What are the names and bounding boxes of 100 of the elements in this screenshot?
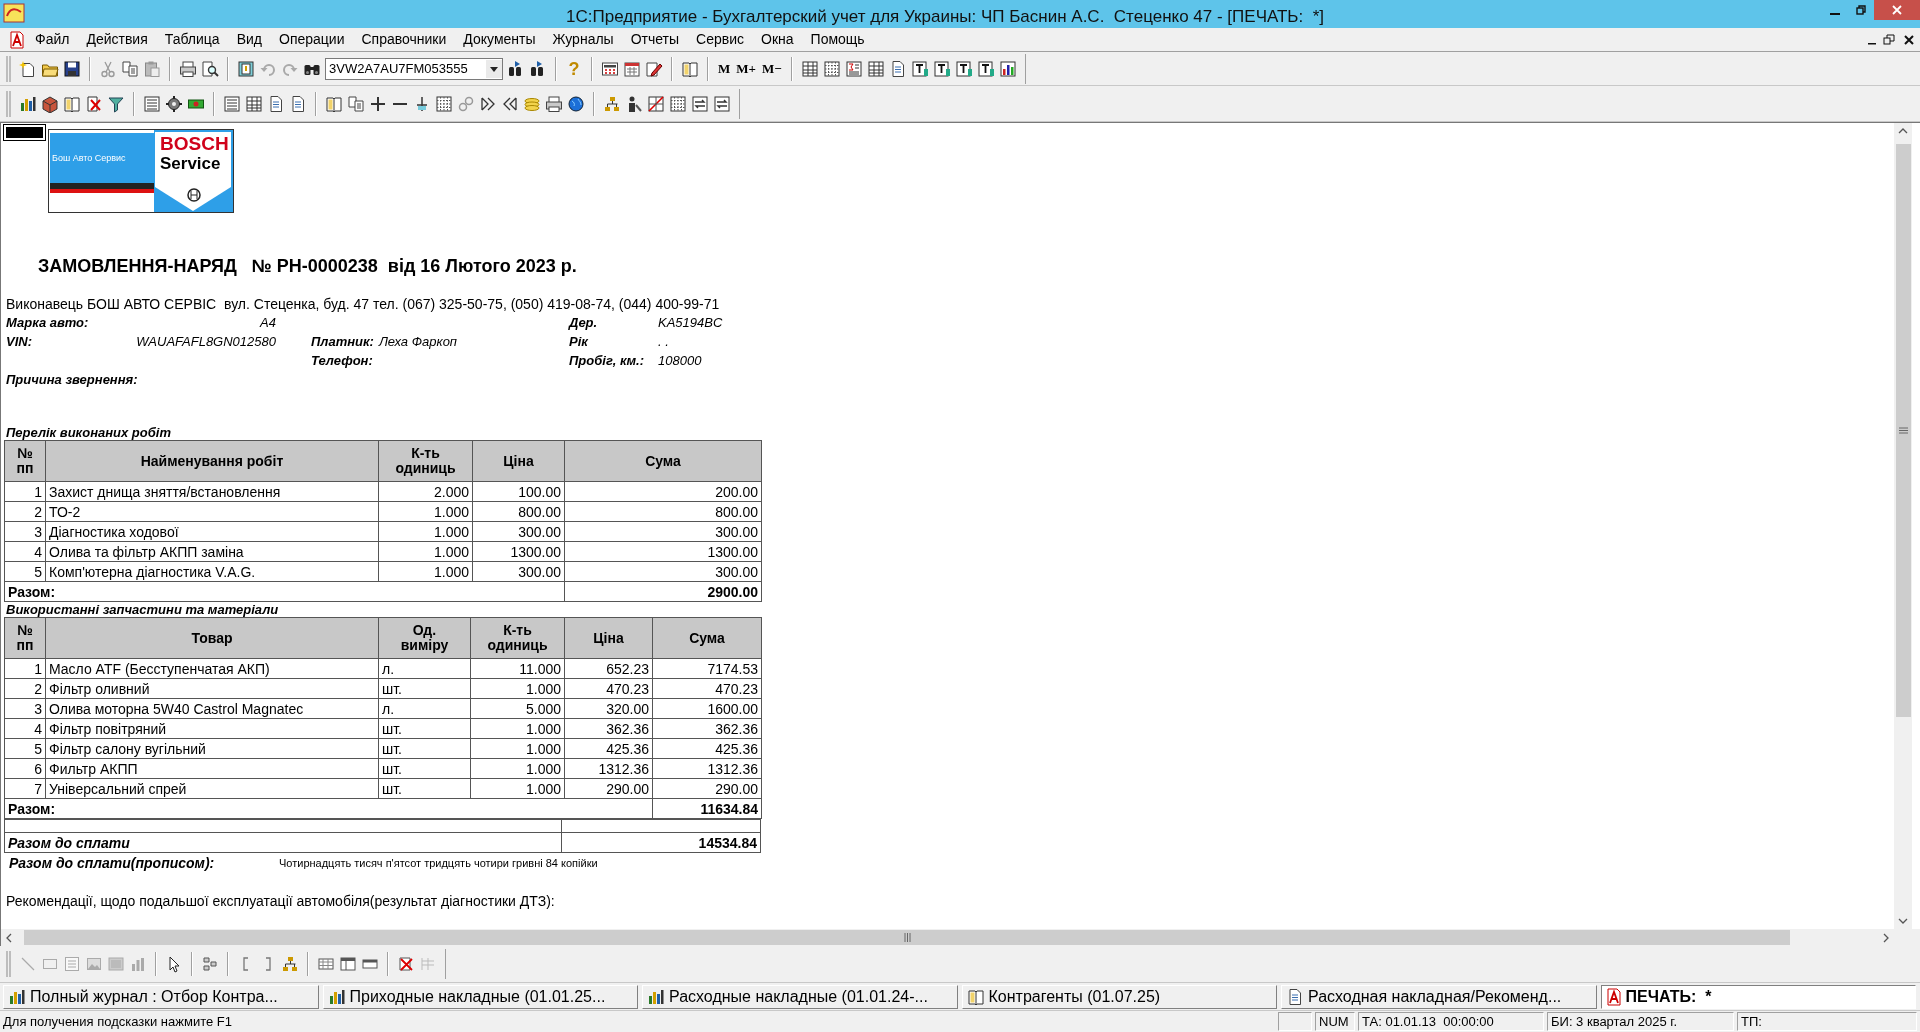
window-tab[interactable]: Приходные накладные (01.01.25... bbox=[322, 984, 638, 1009]
restore-icon[interactable] bbox=[1882, 32, 1896, 47]
plus-icon[interactable] bbox=[369, 94, 387, 113]
box-icon[interactable] bbox=[41, 94, 59, 113]
crossed-grid-icon[interactable] bbox=[647, 94, 665, 113]
minimize-icon[interactable] bbox=[1868, 42, 1876, 45]
clipboard-icon[interactable] bbox=[143, 59, 161, 78]
menu-item[interactable]: Файл bbox=[35, 29, 70, 50]
tree-icon[interactable] bbox=[603, 94, 621, 113]
swap-icon[interactable] bbox=[713, 94, 731, 113]
list-icon[interactable] bbox=[223, 94, 241, 113]
menu-item[interactable]: Действия bbox=[86, 29, 148, 50]
bar-chart-icon[interactable] bbox=[998, 59, 1017, 78]
document-icon[interactable] bbox=[289, 94, 307, 113]
memory-button[interactable]: M− bbox=[758, 57, 785, 80]
window-tab[interactable]: Расходная накладная/Рекоменд... bbox=[1281, 984, 1597, 1009]
menu-item[interactable]: Помощь bbox=[810, 29, 865, 50]
window-tab[interactable]: ПЕЧАТЬ: * bbox=[1600, 984, 1916, 1009]
table-cell: шт. bbox=[378, 758, 471, 779]
grid-icon[interactable] bbox=[669, 94, 687, 113]
bar-chart-icon bbox=[327, 987, 346, 1006]
table-cell: 362.36 bbox=[564, 718, 653, 739]
calendar-icon[interactable] bbox=[623, 59, 641, 78]
edit-icon[interactable] bbox=[645, 59, 663, 78]
book-icon[interactable] bbox=[63, 94, 81, 113]
swap-icon[interactable] bbox=[691, 94, 709, 113]
vertical-scrollbar[interactable] bbox=[1894, 123, 1912, 929]
text-icon[interactable] bbox=[976, 59, 995, 78]
grid-icon[interactable] bbox=[435, 94, 453, 113]
filter-icon[interactable] bbox=[107, 94, 125, 113]
table-cell: 1 bbox=[4, 658, 46, 679]
search-combo-box[interactable]: 3VW2A7AU7FM053555 bbox=[325, 57, 503, 80]
window-tab[interactable]: Контрагенты (01.07.25) bbox=[961, 984, 1277, 1009]
window-tab[interactable]: Расходные накладные (01.01.24-... bbox=[642, 984, 958, 1009]
table-cell: 1600.00 bbox=[652, 698, 762, 719]
table-cell: Фильтр АКПП bbox=[45, 758, 379, 779]
group-icon[interactable] bbox=[201, 955, 219, 973]
printer-icon[interactable] bbox=[545, 94, 563, 113]
menu-item[interactable]: Окна bbox=[761, 29, 794, 50]
table-icon[interactable] bbox=[317, 955, 335, 973]
toolbar-grip[interactable] bbox=[6, 90, 11, 117]
table-cell: 4 bbox=[4, 718, 46, 739]
memory-button[interactable]: M+ bbox=[733, 57, 759, 80]
menu-item[interactable]: Таблица bbox=[164, 29, 220, 50]
amount-in-words: Чотирнадцять тисяч п'ятсот тридцять чотири гривні 84 копійки bbox=[279, 856, 598, 872]
table-icon[interactable] bbox=[800, 59, 819, 78]
table-cell: ТО-2 bbox=[45, 501, 379, 522]
logo-caption: Бош Авто Сервис bbox=[52, 152, 126, 165]
table-icon[interactable] bbox=[245, 94, 263, 113]
text-icon[interactable] bbox=[910, 59, 929, 78]
form-icon[interactable] bbox=[237, 59, 255, 78]
table-cell: 2.000 bbox=[378, 481, 473, 502]
bar-chart-icon[interactable] bbox=[19, 94, 37, 113]
scrollbar-thumb[interactable] bbox=[24, 930, 1790, 945]
scrollbar-thumb[interactable] bbox=[1895, 144, 1911, 717]
print-preview-icon[interactable] bbox=[201, 59, 219, 78]
menu-item[interactable]: Справочники bbox=[361, 29, 447, 50]
document-icon[interactable] bbox=[9, 30, 25, 49]
gear-icon[interactable] bbox=[165, 94, 183, 113]
menu-item[interactable]: Документы bbox=[463, 29, 536, 50]
menu-item[interactable]: Операции bbox=[279, 29, 345, 50]
delete-icon[interactable] bbox=[85, 94, 103, 113]
document-icon[interactable] bbox=[267, 94, 285, 113]
tree-icon[interactable] bbox=[281, 955, 299, 973]
memory-button[interactable]: M bbox=[715, 57, 734, 80]
copy-icon[interactable] bbox=[121, 59, 139, 78]
sum-table-icon[interactable] bbox=[844, 59, 863, 78]
book-icon[interactable] bbox=[681, 59, 699, 78]
caret-icon[interactable] bbox=[486, 59, 502, 78]
close-button[interactable] bbox=[1874, 0, 1920, 20]
table-cell: 425.36 bbox=[652, 738, 762, 759]
window-tab[interactable]: Полный журнал : Отбор Контра... bbox=[3, 984, 319, 1009]
table-cell: Комп'ютерна діагностика V.A.G. bbox=[45, 561, 379, 582]
text-icon[interactable] bbox=[954, 59, 973, 78]
total-label: Разом до сплати bbox=[4, 832, 562, 853]
book-icon[interactable] bbox=[325, 94, 343, 113]
toolbar-grip[interactable] bbox=[6, 951, 11, 977]
menu-item[interactable]: Вид bbox=[236, 29, 262, 50]
bar-chart-icon bbox=[8, 987, 26, 1006]
printer-icon[interactable] bbox=[179, 59, 197, 78]
menu-item[interactable]: Отчеты bbox=[630, 29, 680, 50]
total-value: 11634.84 bbox=[652, 798, 762, 819]
globe-icon[interactable] bbox=[567, 94, 585, 113]
text-icon[interactable] bbox=[932, 59, 951, 78]
toolbar-grip[interactable] bbox=[6, 55, 11, 82]
table-cell: Фільтр оливний bbox=[45, 678, 379, 699]
new-document-icon[interactable] bbox=[19, 59, 37, 78]
close-icon[interactable] bbox=[1902, 32, 1916, 47]
delete-icon[interactable] bbox=[397, 955, 415, 973]
grid-icon[interactable] bbox=[822, 59, 841, 78]
table-header-icon[interactable] bbox=[339, 955, 357, 973]
table-icon[interactable] bbox=[866, 59, 885, 78]
field-label: Марка авто: bbox=[6, 313, 89, 332]
copy-icon[interactable] bbox=[347, 94, 365, 113]
recommendations-text: Рекомендації, щодо подальшої експлуатації автомобіля(результат діагностики ДТЗ): bbox=[6, 892, 556, 911]
menu-item[interactable]: Сервис bbox=[696, 29, 744, 50]
column-header: К-ть одиниць bbox=[470, 617, 565, 659]
field-value: А4 bbox=[260, 313, 276, 332]
menu-item[interactable]: Журналы bbox=[552, 29, 614, 50]
calculator-icon[interactable] bbox=[601, 59, 619, 78]
